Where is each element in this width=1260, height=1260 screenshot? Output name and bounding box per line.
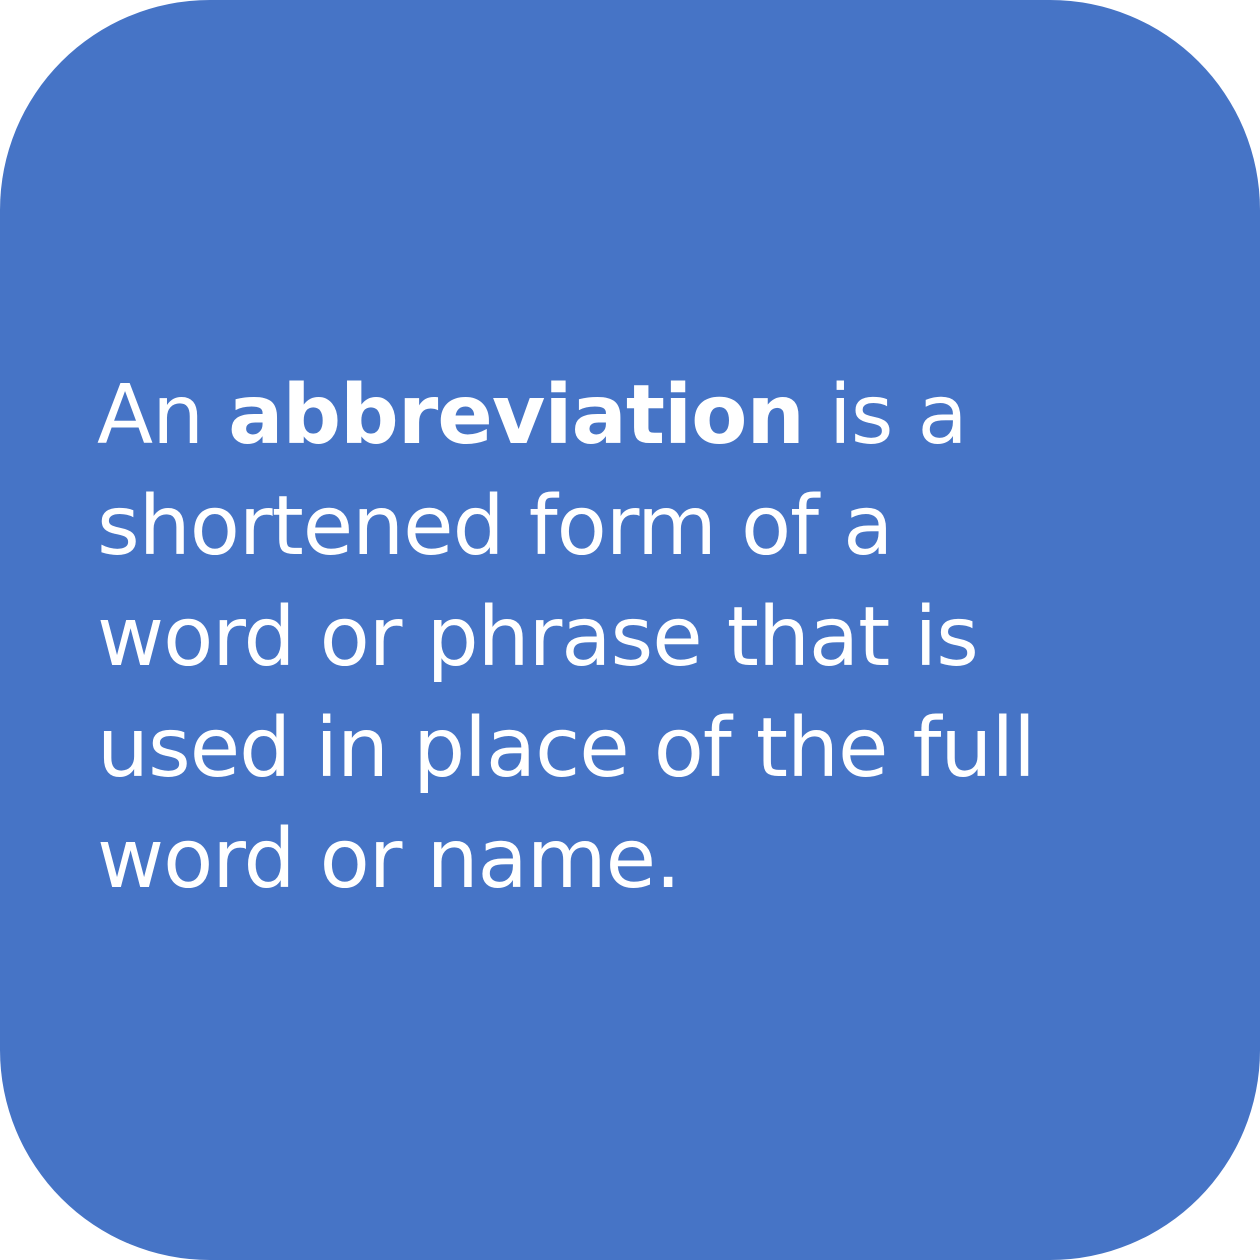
definition-text: An abbreviation is a shortened form of a… xyxy=(97,360,1217,915)
definition-prefix: An xyxy=(97,368,229,463)
definition-after-term: is a xyxy=(803,368,968,463)
defined-term: abbreviation xyxy=(228,368,805,463)
definition-line-5: word or name. xyxy=(97,812,681,907)
definition-line-4: used in place of the full xyxy=(97,701,1036,796)
definition-card: An abbreviation is a shortened form of a… xyxy=(0,0,1260,1260)
definition-line-2: shortened form of a xyxy=(97,479,893,574)
definition-line-3: word or phrase that is xyxy=(97,590,979,685)
definition-line-1: An abbreviation is a xyxy=(97,360,1217,471)
